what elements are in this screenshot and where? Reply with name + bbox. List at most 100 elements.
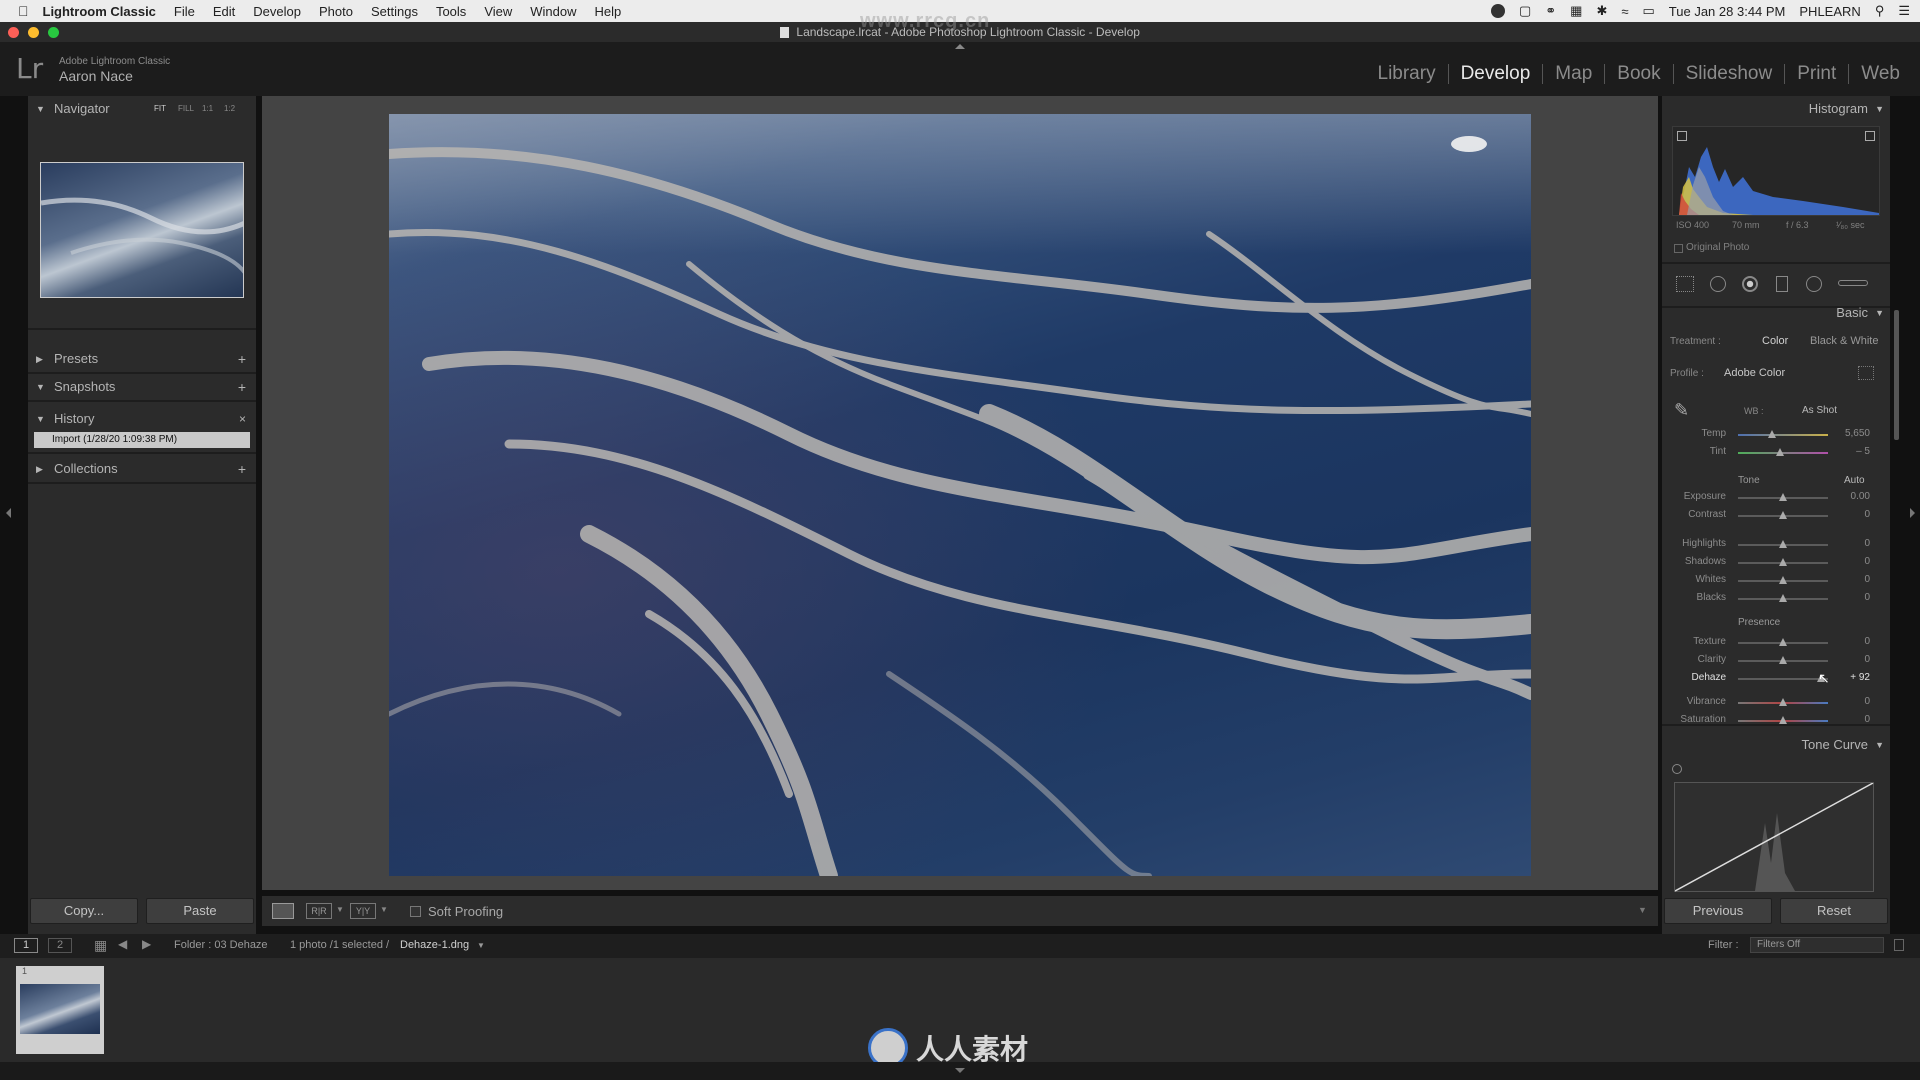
collections-header[interactable]: ▶ Collections + [28,456,256,482]
slider-thumb-exposure[interactable] [1779,493,1787,501]
expand-triangle-icon[interactable]: ▶ [36,456,43,482]
zoom-1-2[interactable]: 1:2 [224,96,235,122]
top-panel-toggle-icon[interactable] [955,44,965,49]
slider-thumb-vibrance[interactable] [1779,698,1787,706]
apple-icon[interactable]:  [18,3,29,19]
slider-thumb-temp[interactable] [1768,430,1777,438]
expand-triangle-icon[interactable]: ▶ [36,346,43,372]
search-icon[interactable]: ⚲ [1875,3,1885,19]
clock[interactable]: Tue Jan 28 3:44 PM [1669,4,1786,19]
close-window-button[interactable] [8,27,19,38]
auto-tone-button[interactable]: Auto [1844,475,1865,486]
slider-track-temp[interactable] [1738,434,1828,436]
slider-value-shadows[interactable]: 0 [1834,556,1870,567]
slider-value-whites[interactable]: 0 [1834,574,1870,585]
slider-thumb-whites[interactable] [1779,576,1787,584]
slider-thumb-saturation[interactable] [1779,716,1787,724]
before-after-icon[interactable]: R|R [306,903,332,919]
zoom-fill[interactable]: FILL [178,96,194,122]
grid-view-icon[interactable]: ▦ [94,937,107,954]
red-eye-icon[interactable] [1742,276,1758,292]
wifi-icon[interactable]: ≈ [1621,4,1628,19]
basic-header[interactable]: Basic ▼ [1662,300,1890,326]
targeted-adjustment-icon[interactable] [1672,764,1682,774]
collapse-triangle-icon[interactable]: ▼ [36,374,45,400]
main-photo[interactable] [389,114,1531,876]
menu-develop[interactable]: Develop [253,4,301,19]
user-menu[interactable]: PHLEARN [1799,4,1860,19]
left-panel-toggle-icon[interactable] [6,508,11,518]
slider-value-highlights[interactable]: 0 [1834,538,1870,549]
zoom-fit[interactable]: FIT [154,96,166,122]
treatment-color[interactable]: Color [1762,335,1788,347]
slider-value-texture[interactable]: 0 [1834,636,1870,647]
before-after-dropdown-icon[interactable]: ▼ [336,905,344,914]
airplay-icon[interactable]: ▭ [1643,3,1655,19]
filename-dropdown[interactable]: Dehaze-1.dng [400,939,469,951]
slider-value-blacks[interactable]: 0 [1834,592,1870,603]
crop-overlay-icon[interactable] [1676,276,1694,292]
snapshots-header[interactable]: ▼ Snapshots + [28,374,256,400]
menu-view[interactable]: View [484,4,512,19]
slider-thumb-clarity[interactable] [1779,656,1787,664]
profile-browser-icon[interactable] [1858,366,1874,380]
menu-settings[interactable]: Settings [371,4,418,19]
highlight-clipping-icon[interactable] [1865,131,1875,141]
sync-icon[interactable]: ⚭ [1545,3,1556,19]
copy-button[interactable]: Copy... [30,898,138,924]
tone-curve-graph[interactable] [1674,782,1874,892]
filter-dropdown[interactable]: Filters Off [1750,937,1884,953]
histogram[interactable] [1672,126,1880,216]
forward-arrow-icon[interactable]: ▶ [142,937,151,951]
collapse-triangle-icon[interactable]: ▼ [36,406,45,432]
bottom-panel-toggle-icon[interactable] [955,1068,965,1073]
module-print[interactable]: Print [1784,64,1848,84]
collapse-triangle-icon[interactable]: ▼ [1875,300,1884,326]
soft-proofing-checkbox[interactable] [410,906,421,917]
display-icon[interactable]: ▢ [1519,3,1531,19]
swap-dropdown-icon[interactable]: ▼ [380,905,388,914]
back-arrow-icon[interactable]: ◀ [118,937,127,951]
reset-button[interactable]: Reset [1780,898,1888,924]
shadow-clipping-icon[interactable] [1677,131,1687,141]
zoom-1-1[interactable]: 1:1 [202,96,213,122]
menu-help[interactable]: Help [595,4,622,19]
collapse-triangle-icon[interactable]: ▼ [1875,732,1884,758]
filename-dropdown-icon[interactable]: ▼ [477,941,485,950]
wb-dropdown[interactable]: As Shot [1802,405,1837,416]
collapse-triangle-icon[interactable]: ▼ [1875,96,1884,122]
creative-cloud-icon[interactable] [1490,4,1505,18]
slider-thumb-blacks[interactable] [1779,594,1787,602]
navigator-header[interactable]: ▼ Navigator FIT FILL 1:1 1:2 [28,96,256,122]
history-item[interactable]: Import (1/28/20 1:09:38 PM) [34,432,250,448]
histogram-header[interactable]: Histogram ▼ [1662,96,1890,122]
menu-tools[interactable]: Tools [436,4,466,19]
menu-file[interactable]: File [174,4,195,19]
spot-removal-icon[interactable] [1710,276,1726,292]
before-after-swap-icon[interactable]: Y|Y [350,903,376,919]
slider-thumb-shadows[interactable] [1779,558,1787,566]
slider-value-exposure[interactable]: 0.00 [1834,491,1870,502]
zoom-window-button[interactable] [48,27,59,38]
white-balance-eyedropper-icon[interactable]: ✎ [1674,400,1689,421]
tone-curve-header[interactable]: Tone Curve ▼ [1662,732,1890,758]
loupe-view-icon[interactable] [272,903,294,919]
bluetooth-icon[interactable]: ✱ [1596,3,1607,19]
slider-value-clarity[interactable]: 0 [1834,654,1870,665]
menu-list-icon[interactable]: ☰ [1898,3,1910,19]
toolbar-options-icon[interactable]: ▼ [1638,905,1647,915]
slider-value-contrast[interactable]: 0 [1834,509,1870,520]
radial-filter-icon[interactable] [1806,276,1822,292]
slider-thumb-highlights[interactable] [1779,540,1787,548]
profile-dropdown[interactable]: Adobe Color [1724,367,1785,379]
menu-window[interactable]: Window [530,4,576,19]
right-panel-scrollbar[interactable] [1894,310,1899,440]
folder-source[interactable]: Folder : 03 Dehaze [174,939,268,951]
right-panel-toggle-icon[interactable] [1910,508,1915,518]
minimize-window-button[interactable] [28,27,39,38]
module-develop[interactable]: Develop [1447,64,1543,84]
clear-history-icon[interactable]: × [239,406,246,432]
screen-2-button[interactable]: 2 [48,938,72,953]
slider-thumb-texture[interactable] [1779,638,1787,646]
add-collection-icon[interactable]: + [238,456,246,482]
